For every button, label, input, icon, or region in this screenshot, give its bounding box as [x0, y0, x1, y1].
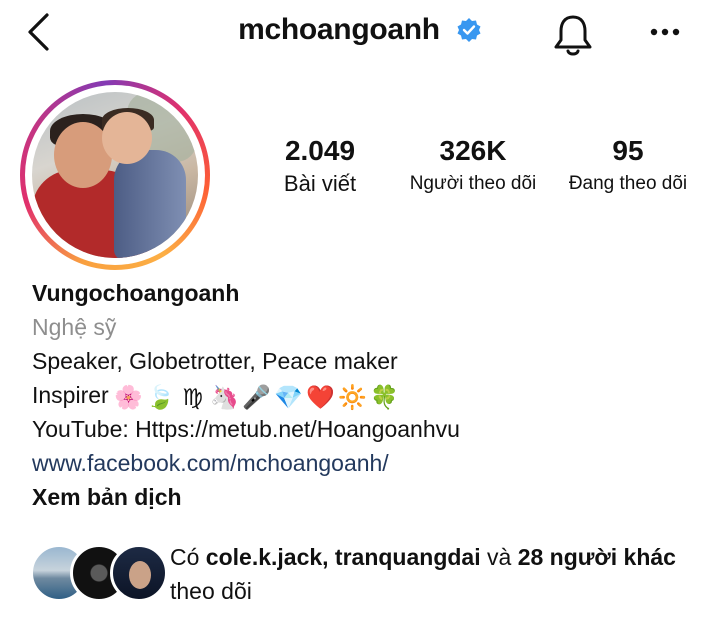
profile-avatar-story-ring[interactable]: [20, 80, 210, 270]
following-count[interactable]: 95 Đang theo dõi: [556, 134, 700, 200]
verified-badge-icon: [457, 18, 481, 43]
followed-by-others: 28 người khác: [517, 544, 676, 570]
profile-username: mchoangoanh: [0, 12, 720, 47]
followers-count-value: 326K: [439, 135, 507, 166]
four-leaf-clover-emoji: 🍀: [370, 383, 400, 410]
followed-by-and: và: [487, 544, 512, 570]
mutual-followers-avatars: [30, 544, 168, 602]
gem-emoji: 💎: [274, 383, 304, 410]
profile-avatar: [32, 92, 198, 258]
cherry-blossom-emoji: 🌸: [114, 383, 144, 410]
posts-count[interactable]: 2.049 Bài viết: [260, 134, 380, 200]
following-count-value: 95: [612, 135, 644, 166]
followed-by-names: cole.k.jack, tranquangdai: [205, 544, 481, 570]
leaf-emoji: 🍃: [146, 383, 176, 410]
bio-website-link[interactable]: www.facebook.com/mchoangoanh/: [32, 446, 702, 480]
following-count-label: Đang theo dõi: [568, 173, 688, 194]
unicorn-emoji: 🦄: [210, 383, 240, 410]
followed-by-section[interactable]: Có cole.k.jack, tranquangdai và 28 người…: [30, 540, 710, 610]
bio-line-2-text: Inspirer: [32, 382, 109, 408]
see-translation-button[interactable]: Xem bản dịch: [32, 480, 702, 514]
bell-icon: [554, 15, 592, 56]
bio-emoji-row: 🌸 🍃 ♍ 🦄 🎤 💎 ❤️ 🔆 🍀: [114, 383, 400, 411]
profile-bio: Vungochoangoanh Nghệ sỹ Speaker, Globetr…: [32, 276, 702, 514]
microphone-emoji: 🎤: [242, 383, 272, 410]
more-horizontal-icon: [650, 28, 680, 36]
profile-category: Nghệ sỹ: [32, 314, 117, 340]
posts-count-label: Bài viết: [283, 171, 357, 196]
bio-line-3: YouTube: Https://metub.net/Hoangoanhvu: [32, 416, 460, 442]
followed-by-text: Có cole.k.jack, tranquangdai và 28 người…: [170, 540, 710, 608]
avatar-child-body: [114, 150, 186, 258]
more-options-button[interactable]: [646, 20, 686, 44]
sun-emoji: 🔆: [338, 383, 368, 410]
avatar-face: [129, 561, 151, 589]
posts-count-value: 2.049: [284, 135, 356, 166]
avatar-child-face: [102, 112, 152, 164]
followed-by-prefix: Có: [170, 544, 200, 570]
avatar: [110, 544, 168, 602]
followers-count-label: Người theo dõi: [409, 173, 537, 194]
profile-display-name: Vungochoangoanh: [32, 280, 240, 306]
username-text: mchoangoanh: [238, 13, 440, 47]
virgo-emoji: ♍: [182, 383, 204, 410]
avatar-gap: [25, 85, 205, 265]
bio-line-2: Inspirer 🌸 🍃 ♍ 🦄 🎤 💎 ❤️ 🔆 🍀: [32, 378, 702, 412]
profile-header: mchoangoanh: [0, 0, 720, 70]
notifications-button[interactable]: [550, 12, 596, 58]
bio-line-1: Speaker, Globetrotter, Peace maker: [32, 348, 398, 374]
followers-count[interactable]: 326K Người theo dõi: [398, 134, 548, 200]
heart-emoji: ❤️: [306, 383, 336, 410]
followed-by-suffix: theo dõi: [170, 578, 252, 604]
